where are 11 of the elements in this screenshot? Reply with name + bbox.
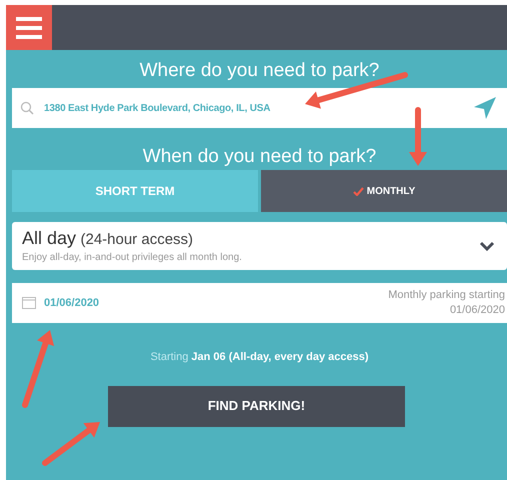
section-heading: When do you need to park?	[142, 145, 378, 169]
find-parking-button[interactable]: FIND PARKING!	[108, 386, 405, 426]
summary-text: Starting Jan 06 (All-day, every day access)	[149, 350, 370, 365]
plan-title: All day (24-hour access)	[22, 227, 194, 250]
date-note-value: 01/06/2020	[450, 303, 505, 318]
plan-dropdown[interactable]: All day (24-hour access) Enjoy all-day, in-and-out privileges all month long.	[12, 222, 507, 270]
date-value: 01/06/2020	[44, 296, 100, 311]
date-note: Monthly parking starting	[388, 288, 505, 303]
tab[interactable]: MONTHLY	[261, 170, 507, 212]
section-heading: Where do you need to park?	[138, 59, 380, 83]
plan-description: Enjoy all-day, in-and-out privileges all month long.	[22, 251, 243, 265]
